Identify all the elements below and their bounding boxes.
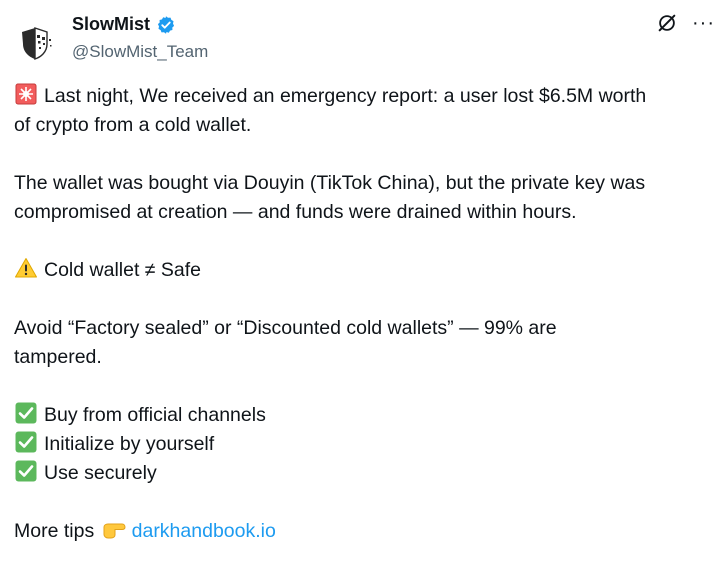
- check-mark-button-icon: [14, 401, 38, 425]
- check-mark-button-icon: [14, 459, 38, 483]
- darkhandbook-link[interactable]: darkhandbook.io: [132, 520, 276, 542]
- list-item-text: Initialize by yourself: [44, 433, 215, 455]
- rotating-light-icon: [14, 82, 38, 106]
- paragraph-line: of crypto from a cold wallet.: [14, 114, 252, 136]
- paragraph-line: Cold wallet ≠ Safe: [44, 259, 202, 281]
- paragraph-avoid: Avoid “Factory sealed” or “Discounted co…: [14, 314, 713, 372]
- list-item-text: Use securely: [44, 462, 157, 484]
- user-handle[interactable]: @SlowMist_Team: [72, 42, 208, 62]
- paragraph-emergency: Last night, We received an emergency rep…: [14, 82, 713, 140]
- warning-icon: [14, 256, 38, 280]
- paragraph-line: tampered.: [14, 346, 102, 368]
- text-line: Last night, We received an emergency rep…: [14, 82, 713, 111]
- list-item-text: Buy from official channels: [44, 404, 266, 426]
- avatar[interactable]: [14, 22, 56, 64]
- display-name[interactable]: SlowMist: [72, 14, 150, 35]
- list-item: Buy from official channels: [14, 401, 713, 430]
- paragraph-warning: Cold wallet ≠ Safe: [14, 256, 713, 285]
- text-line: More tips darkhandbook.io: [14, 517, 713, 546]
- tweet-header: SlowMist @SlowMist_Team ···: [14, 12, 715, 64]
- check-mark-button-icon: [14, 430, 38, 454]
- paragraph-line: compromised at creation — and funds were…: [14, 201, 577, 223]
- paragraph-line: Avoid “Factory sealed” or “Discounted co…: [14, 317, 557, 339]
- name-row: SlowMist: [72, 14, 176, 35]
- more-options-icon[interactable]: ···: [692, 13, 715, 33]
- list-item: Use securely: [14, 459, 713, 488]
- paragraph-douyin: The wallet was bought via Douyin (TikTok…: [14, 169, 713, 227]
- paragraph-more-tips: More tips darkhandbook.io: [14, 517, 713, 546]
- more-tips-text: More tips: [14, 520, 95, 542]
- verified-badge-icon: [156, 15, 176, 35]
- slowmist-logo-icon: [22, 27, 52, 60]
- tweet-text: Last night, We received an emergency rep…: [14, 82, 713, 546]
- checklist: Buy from official channels Initialize by…: [14, 401, 713, 488]
- text-line: Cold wallet ≠ Safe: [14, 256, 713, 285]
- tweet-card: SlowMist @SlowMist_Team ··· Last night, …: [0, 0, 725, 561]
- paragraph-line: Last night, We received an emergency rep…: [44, 85, 647, 107]
- list-item: Initialize by yourself: [14, 430, 713, 459]
- header-actions: ···: [656, 12, 715, 34]
- paragraph-line: The wallet was bought via Douyin (TikTok…: [14, 172, 646, 194]
- grok-icon[interactable]: [656, 12, 678, 34]
- pointing-right-icon: [102, 517, 126, 541]
